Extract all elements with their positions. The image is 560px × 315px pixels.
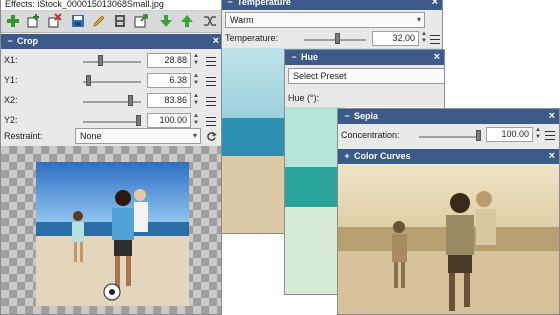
move-up-icon: [181, 15, 193, 27]
sepia-window: − Sepia × Concentration: 100.00 ▲ ▼ + Col…: [337, 108, 560, 315]
temperature-label: Temperature:: [225, 33, 279, 43]
export-button[interactable]: [133, 13, 149, 29]
toolbar: [1, 11, 221, 33]
add-effect-icon: [7, 15, 19, 27]
temperature-preset-value: Warm: [230, 15, 254, 25]
chevron-down-icon: ▾: [416, 15, 421, 24]
restraint-value: None: [80, 131, 102, 141]
crop-field-slider-thumb[interactable]: [98, 55, 103, 66]
temperature-slider-thumb[interactable]: [335, 33, 340, 44]
crop-field-label: Y1:: [4, 75, 18, 85]
pencil-icon: [93, 15, 105, 27]
sepia-concentration-slider[interactable]: [419, 136, 481, 138]
film-icon: [115, 15, 125, 27]
sepia-preview-image: [338, 165, 559, 314]
hue-preset-dropdown[interactable]: Select Preset: [288, 68, 444, 84]
collapse-toggle[interactable]: −: [342, 109, 352, 124]
menu-icon[interactable]: [206, 97, 216, 106]
crop-field-slider-thumb[interactable]: [128, 95, 133, 106]
expand-toggle[interactable]: +: [342, 149, 352, 164]
crop-field-value-input[interactable]: 100.00: [147, 113, 191, 128]
restraint-dropdown[interactable]: None ▾: [75, 128, 201, 144]
color-curves-title: Color Curves: [354, 151, 411, 161]
add-effect-button[interactable]: [5, 13, 21, 29]
sepia-concentration-label: Concentration:: [341, 130, 400, 140]
crop-field-slider-thumb[interactable]: [136, 115, 141, 126]
collapse-toggle[interactable]: −: [225, 0, 235, 10]
sepia-title: Sepia: [354, 111, 379, 121]
sepia-value-input[interactable]: 100.00: [486, 127, 533, 142]
window-title: Effects: iStock_000015013068Small.jpg: [5, 0, 164, 9]
move-down-icon: [160, 15, 172, 27]
temperature-value-input[interactable]: 32.00: [372, 31, 419, 46]
sepia-spin-buttons[interactable]: ▲ ▼: [534, 127, 542, 142]
restraint-label: Restraint:: [4, 131, 43, 141]
hue-preset-value: Select Preset: [293, 71, 347, 81]
crop-field-label: Y2:: [4, 115, 18, 125]
temperature-preset-dropdown[interactable]: Warm ▾: [225, 12, 425, 28]
save-button[interactable]: [70, 13, 86, 29]
close-icon[interactable]: ×: [434, 50, 440, 65]
window-titlebar: Effects: iStock_000015013068Small.jpg: [1, 0, 221, 11]
temperature-spin-buttons[interactable]: ▲ ▼: [420, 31, 428, 46]
canvas-area: [1, 146, 221, 314]
crop-field-spin-buttons[interactable]: ▲ ▼: [192, 53, 200, 68]
crop-field-spin-buttons[interactable]: ▲ ▼: [192, 113, 200, 128]
crop-panel: − Crop × X1: 28.88 ▲ ▼ Y1: 6.38 ▲ ▼ X2: 83.86 ▲ ▼ Y2…: [1, 34, 221, 146]
shuffle-button[interactable]: [202, 13, 218, 29]
chevron-down-icon: ▾: [192, 131, 197, 140]
close-icon[interactable]: ×: [213, 34, 219, 49]
crop-field-slider[interactable]: [83, 121, 141, 123]
hue-label: Hue (°):: [288, 93, 320, 103]
crop-field-value-input[interactable]: 28.88: [147, 53, 191, 68]
hue-title: Hue: [301, 52, 319, 62]
cropped-preview-image: [36, 162, 189, 306]
color-curves-header[interactable]: + Color Curves ×: [338, 149, 559, 164]
crop-field-slider[interactable]: [83, 61, 141, 63]
temperature-header[interactable]: − Temperature ×: [221, 0, 442, 10]
close-icon[interactable]: ×: [549, 109, 555, 124]
menu-icon[interactable]: [430, 35, 440, 44]
pencil-button[interactable]: [91, 13, 107, 29]
menu-icon[interactable]: [206, 57, 216, 66]
remove-effect-icon: [48, 13, 62, 28]
save-icon: [72, 15, 84, 27]
menu-icon[interactable]: [206, 77, 216, 86]
crop-field-spin-buttons[interactable]: ▲ ▼: [192, 73, 200, 88]
hue-header[interactable]: − Hue ×: [285, 50, 444, 65]
close-icon[interactable]: ×: [432, 0, 438, 10]
reset-icon[interactable]: [206, 131, 217, 142]
add-layer-icon: [27, 14, 39, 28]
crop-field-label: X1:: [4, 55, 18, 65]
crop-field-spin-buttons[interactable]: ▲ ▼: [192, 93, 200, 108]
effects-window: Effects: iStock_000015013068Small.jpg − …: [0, 0, 222, 315]
crop-field-value-input[interactable]: 83.86: [147, 93, 191, 108]
sepia-slider-thumb[interactable]: [476, 130, 481, 141]
move-down-button[interactable]: [158, 13, 174, 29]
crop-field-value-input[interactable]: 6.38: [147, 73, 191, 88]
move-up-button[interactable]: [179, 13, 195, 29]
crop-field-slider[interactable]: [83, 81, 141, 83]
crop-field-label: X2:: [4, 95, 18, 105]
close-icon[interactable]: ×: [549, 149, 555, 164]
collapse-toggle[interactable]: −: [289, 50, 299, 65]
menu-icon[interactable]: [545, 131, 555, 140]
film-button[interactable]: [112, 13, 128, 29]
export-icon: [134, 14, 148, 28]
temperature-title: Temperature: [237, 0, 291, 7]
shuffle-icon: [204, 16, 216, 26]
add-layer-button[interactable]: [26, 13, 42, 29]
crop-title: Crop: [17, 36, 38, 46]
collapse-toggle[interactable]: −: [5, 34, 15, 49]
remove-effect-button[interactable]: [47, 13, 63, 29]
sepia-header[interactable]: − Sepia ×: [338, 109, 559, 124]
crop-header[interactable]: − Crop ×: [1, 34, 221, 49]
menu-icon[interactable]: [206, 117, 216, 126]
crop-field-slider-thumb[interactable]: [86, 75, 91, 86]
